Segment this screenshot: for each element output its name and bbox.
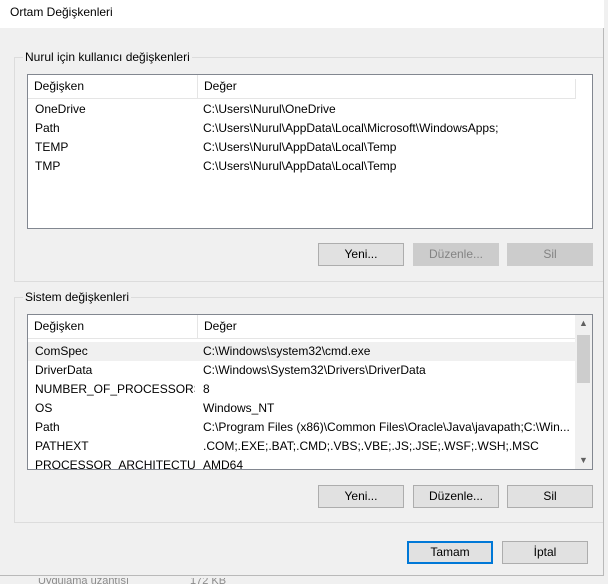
table-row[interactable]: OneDrive C:\Users\Nurul\OneDrive (28, 100, 592, 119)
variable-name: OS (35, 401, 53, 415)
column-header-value[interactable]: Değer (197, 315, 576, 338)
table-row[interactable]: PATHEXT .COM;.EXE;.BAT;.CMD;.VBS;.VBE;.J… (28, 437, 576, 456)
variable-value: Windows_NT (203, 401, 275, 415)
background-window-label: Uygulama uzantısı (38, 578, 130, 584)
cancel-button[interactable]: İptal (502, 541, 588, 564)
variable-value: C:\Program Files (x86)\Common Files\Orac… (203, 420, 570, 434)
variable-value: AMD64 (203, 458, 244, 470)
column-divider (575, 79, 576, 99)
ok-button[interactable]: Tamam (407, 541, 493, 564)
variable-name: PATHEXT (35, 439, 89, 453)
background-window-value: 172 KB (190, 578, 227, 584)
column-header-value[interactable]: Değer (197, 75, 576, 98)
variable-value: C:\Users\Nurul\AppData\Local\Microsoft\W… (203, 121, 499, 135)
system-variables-scrollbar[interactable]: ▲ ▼ (575, 315, 592, 469)
variable-name: DriverData (35, 363, 93, 377)
user-edit-button[interactable]: Düzenle... (413, 243, 499, 266)
table-row[interactable]: TMP C:\Users\Nurul\AppData\Local\Temp (28, 157, 592, 176)
system-variables-group-title: Sistem değişkenleri (23, 290, 132, 304)
variable-name: Path (35, 420, 60, 434)
table-row[interactable]: NUMBER_OF_PROCESSORS 8 (28, 380, 576, 399)
variable-value: C:\Users\Nurul\AppData\Local\Temp (203, 140, 397, 154)
variable-name: OneDrive (35, 102, 86, 116)
variable-name: ComSpec (35, 344, 88, 358)
system-delete-button[interactable]: Sil (507, 485, 593, 508)
system-new-button[interactable]: Yeni... (318, 485, 404, 508)
table-row[interactable]: OS Windows_NT (28, 399, 576, 418)
column-header-variable[interactable]: Değişken (28, 75, 197, 98)
table-row[interactable]: ComSpec C:\Windows\system32\cmd.exe (28, 342, 576, 361)
user-variables-group-title: Nurul için kullanıcı değişkenleri (23, 50, 192, 64)
table-row[interactable]: PROCESSOR_ARCHITECTURE AMD64 (28, 456, 576, 470)
scroll-down-icon[interactable]: ▼ (575, 452, 592, 469)
variable-name: TMP (35, 159, 61, 173)
system-edit-button[interactable]: Düzenle... (413, 485, 499, 508)
title-bar[interactable]: Ortam Değişkenleri (0, 0, 604, 28)
scroll-up-icon[interactable]: ▲ (575, 315, 592, 332)
scrollbar-thumb[interactable] (577, 335, 590, 383)
table-row[interactable]: DriverData C:\Windows\System32\Drivers\D… (28, 361, 576, 380)
window-title: Ortam Değişkenleri (10, 5, 113, 19)
variable-name: NUMBER_OF_PROCESSORS (35, 382, 195, 396)
user-delete-button[interactable]: Sil (507, 243, 593, 266)
variable-value: C:\Windows\System32\Drivers\DriverData (203, 363, 426, 377)
column-header-variable[interactable]: Değişken (28, 315, 197, 338)
user-new-button[interactable]: Yeni... (318, 243, 404, 266)
variable-name: Path (35, 121, 60, 135)
variable-value: C:\Windows\system32\cmd.exe (203, 344, 371, 358)
variable-value: C:\Users\Nurul\OneDrive (203, 102, 336, 116)
variable-value: C:\Users\Nurul\AppData\Local\Temp (203, 159, 397, 173)
user-variables-list[interactable]: Değişken Değer OneDrive C:\Users\Nurul\O… (27, 74, 593, 229)
variable-value: 8 (203, 382, 210, 396)
system-variables-list[interactable]: Değişken Değer ComSpec C:\Windows\system… (27, 314, 593, 470)
variable-name: PROCESSOR_ARCHITECTURE (35, 458, 195, 470)
variable-name: TEMP (35, 140, 69, 154)
table-row[interactable]: TEMP C:\Users\Nurul\AppData\Local\Temp (28, 138, 592, 157)
table-row[interactable]: Path C:\Program Files (x86)\Common Files… (28, 418, 576, 437)
user-variables-list-header: Değişken Değer (28, 75, 576, 99)
table-row[interactable]: Path C:\Users\Nurul\AppData\Local\Micros… (28, 119, 592, 138)
variable-value: .COM;.EXE;.BAT;.CMD;.VBS;.VBE;.JS;.JSE;.… (203, 439, 539, 453)
system-variables-list-header: Değişken Değer (28, 315, 576, 339)
environment-variables-dialog: Ortam Değişkenleri Nurul için kullanıcı … (0, 0, 604, 576)
